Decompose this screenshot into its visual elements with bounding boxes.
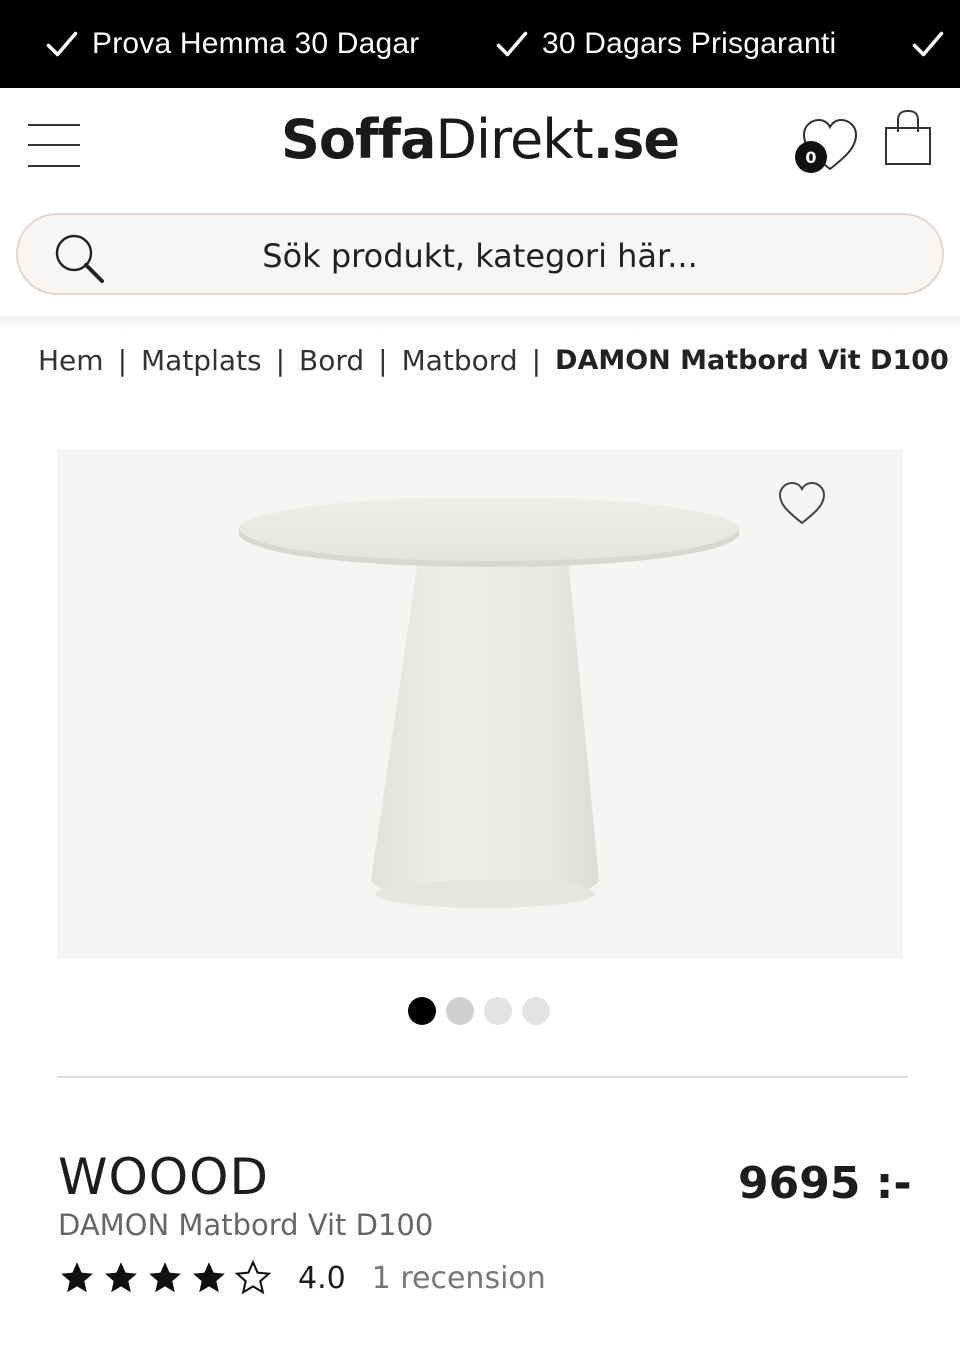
product-price: 9695 :- (738, 1158, 912, 1209)
heart-outline-icon (778, 481, 826, 525)
product-brand: WOOOD (58, 1148, 270, 1206)
breadcrumb-separator: | (531, 344, 542, 377)
rating-stars (58, 1259, 272, 1297)
breadcrumb: Hem | Matplats | Bord | Matbord | DAMON … (38, 344, 949, 377)
search-placeholder: Sök produkt, kategori här... (262, 237, 698, 275)
gallery-dot-3[interactable] (484, 997, 512, 1025)
checkmark-icon (46, 31, 78, 57)
breadcrumb-link-matplats[interactable]: Matplats (141, 344, 262, 377)
add-to-wishlist-button[interactable] (777, 481, 827, 527)
search-input[interactable]: Sök produkt, kategori här... (16, 213, 944, 295)
header-divider (0, 316, 960, 330)
breadcrumb-separator: | (117, 344, 127, 377)
rating-value: 4.0 (298, 1260, 346, 1296)
product-image-gallery[interactable] (57, 449, 903, 959)
checkmark-icon (496, 31, 528, 57)
logo-part: .se (592, 108, 680, 171)
breadcrumb-separator: | (378, 344, 388, 377)
product-rating: 4.0 1 recension (58, 1256, 546, 1300)
gallery-dot-1[interactable] (408, 997, 436, 1025)
breadcrumb-current: DAMON Matbord Vit D100 (555, 345, 949, 376)
usp-item: 30 Dagars Prisgaranti (494, 0, 836, 88)
breadcrumb-link-matbord[interactable]: Matbord (402, 344, 518, 377)
star-filled-icon (61, 1262, 93, 1293)
gallery-pagination (408, 997, 550, 1025)
section-divider (57, 1076, 908, 1078)
gallery-dot-4[interactable] (522, 997, 550, 1025)
usp-item (910, 0, 958, 88)
breadcrumb-separator: | (275, 344, 286, 377)
product-name: DAMON Matbord Vit D100 (58, 1208, 434, 1242)
star-filled-icon (105, 1262, 137, 1293)
usp-label: Prova Hemma 30 Dagar (92, 27, 420, 60)
wishlist-button[interactable]: 0 (794, 114, 864, 176)
usp-bar: Prova Hemma 30 Dagar 30 Dagars Prisgaran… (0, 0, 960, 88)
cart-button[interactable] (880, 108, 936, 168)
breadcrumb-link-bord[interactable]: Bord (299, 344, 364, 377)
shopping-bag-icon (885, 109, 931, 165)
wishlist-count-badge: 0 (795, 141, 827, 173)
gallery-dot-2[interactable] (446, 997, 474, 1025)
usp-label: 30 Dagars Prisgaranti (542, 27, 837, 60)
star-filled-icon (193, 1262, 225, 1293)
logo-part: Direkt (435, 108, 593, 171)
usp-item: Prova Hemma 30 Dagar (44, 0, 419, 88)
breadcrumb-link-hem[interactable]: Hem (38, 344, 104, 377)
star-filled-icon (149, 1262, 181, 1293)
site-header: SoffaDirekt.se 0 Sök produkt, kategori h… (0, 88, 960, 318)
logo-part: Soffa (281, 108, 436, 171)
checkmark-icon (912, 31, 944, 57)
star-empty-icon (234, 1259, 272, 1295)
reviews-link[interactable]: 1 recension (372, 1261, 546, 1296)
